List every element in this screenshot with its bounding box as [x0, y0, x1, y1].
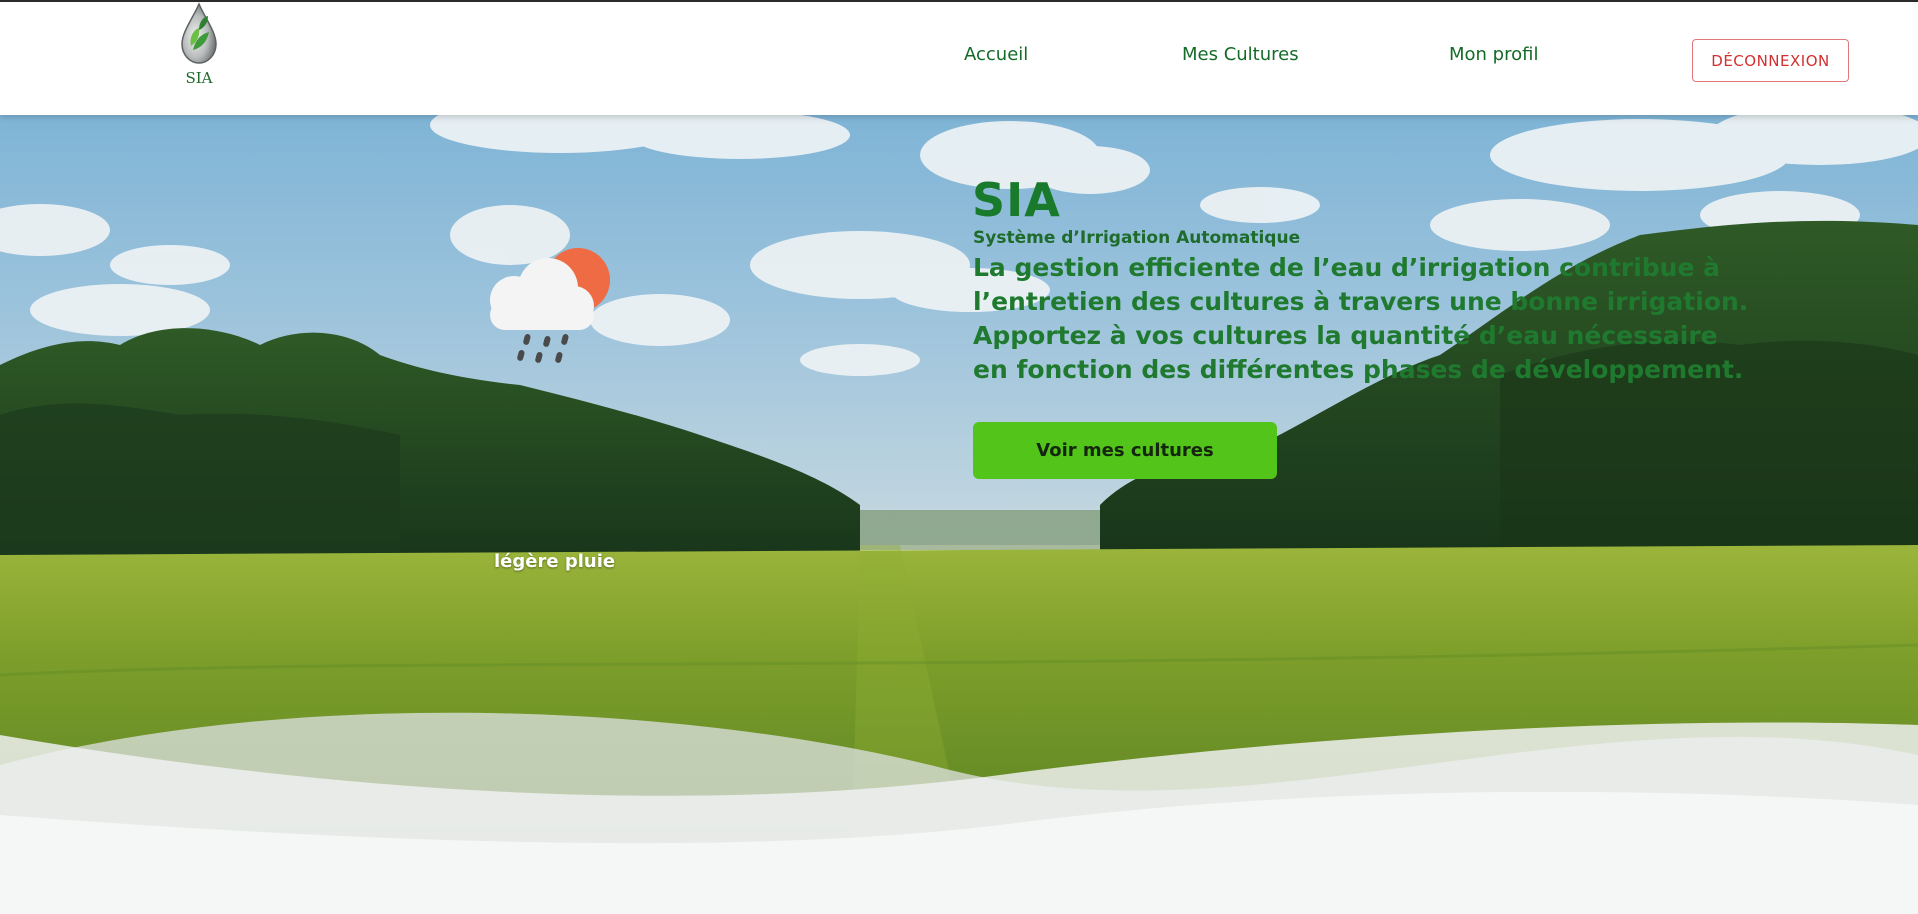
nav-link-mes-cultures[interactable]: Mes Cultures [1182, 44, 1299, 65]
logo[interactable]: SIA [176, 2, 222, 90]
nav-link-mon-profil[interactable]: Mon profil [1449, 44, 1538, 65]
hero-title: SIA [972, 173, 1061, 227]
hero-section: légère pluie SIA Système d’Irrigation Au… [0, 115, 1918, 914]
logo-text: SIA [185, 69, 213, 87]
weather-condition-label: légère pluie [494, 551, 616, 572]
weather-widget: légère pluie [470, 240, 630, 572]
navbar: SIA Accueil Mes Cultures Mon profil DÉCO… [0, 0, 1918, 115]
view-cultures-button[interactable]: Voir mes cultures [973, 422, 1277, 479]
hero-subtitle: Système d’Irrigation Automatique [973, 228, 1301, 248]
nav-link-accueil[interactable]: Accueil [964, 44, 1028, 65]
wave-divider [0, 712, 1918, 914]
water-drop-leaf-icon [181, 2, 217, 64]
hero-description: La gestion efficiente de l’eau d’irrigat… [973, 253, 1749, 384]
logout-button[interactable]: DÉCONNEXION [1692, 39, 1849, 82]
sun-cloud-rain-icon [490, 248, 610, 363]
